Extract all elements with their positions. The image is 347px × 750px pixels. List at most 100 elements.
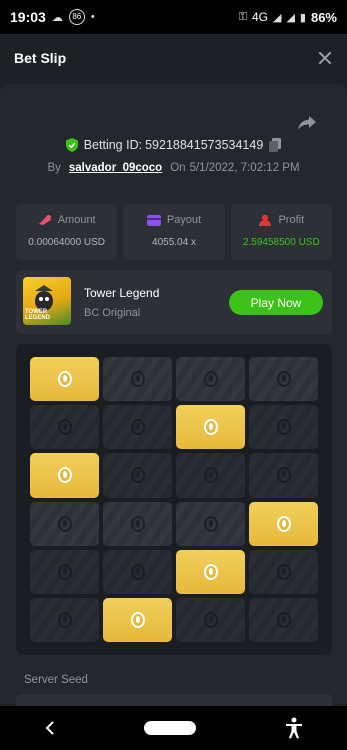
- game-thumbnail-text: TOWER LEGEND: [25, 309, 51, 321]
- board-tile: [176, 501, 245, 546]
- coin-icon: [57, 419, 72, 436]
- game-row: TOWER LEGEND Tower Legend BC Original Pl…: [16, 270, 332, 334]
- betting-id-label: Betting ID:: [83, 138, 143, 152]
- coin-icon: [203, 467, 218, 484]
- board-tile: [249, 453, 318, 498]
- status-left: 19:03 ☁ 86 •: [10, 9, 95, 25]
- coin-icon: [130, 563, 145, 580]
- board-tile: [103, 453, 172, 498]
- board-tile: [176, 597, 245, 642]
- coin-icon: [203, 563, 218, 580]
- coin-icon: [203, 611, 218, 628]
- coin-icon: [57, 515, 72, 532]
- coin-icon: [130, 419, 145, 436]
- bet-datetime: 5/1/2022, 7:02:12 PM: [189, 162, 300, 174]
- battery-icon: ▮: [299, 11, 306, 24]
- bet-slip-header: Bet Slip: [0, 34, 347, 82]
- board-tile-revealed: [249, 501, 318, 546]
- status-dot: •: [90, 11, 95, 23]
- board-tile: [103, 501, 172, 546]
- coin-icon: [130, 371, 145, 388]
- board-tile: [30, 597, 99, 642]
- by-label: By: [47, 162, 61, 174]
- amount-label-row: Amount: [16, 214, 117, 226]
- server-seed-field: [16, 694, 332, 706]
- profit-icon: [259, 214, 272, 226]
- server-seed-label: Server Seed: [24, 674, 88, 686]
- signal-icon-2: ◢: [286, 11, 295, 24]
- bettor-row: By salvador_09coco On 5/1/2022, 7:02:12 …: [0, 162, 347, 174]
- home-pill[interactable]: [143, 721, 196, 735]
- coin-icon: [276, 371, 291, 388]
- coin-icon: [130, 515, 145, 532]
- network-type: 4G: [251, 10, 268, 24]
- game-thumbnail[interactable]: TOWER LEGEND: [23, 277, 71, 325]
- notification-badge: 86: [68, 9, 85, 25]
- betting-id-value: 59218841573534149: [145, 138, 264, 152]
- coin-icon: [203, 515, 218, 532]
- board-tile-revealed: [30, 453, 99, 498]
- coin-icon: [57, 563, 72, 580]
- payout-label-row: Payout: [123, 214, 224, 226]
- board-tile: [30, 549, 99, 594]
- coin-icon: [57, 371, 72, 388]
- payout-value: 4055.04 x: [152, 237, 196, 248]
- coin-icon: [130, 467, 145, 484]
- amount-label: Amount: [57, 214, 96, 226]
- back-icon[interactable]: [45, 721, 55, 735]
- payout-stat: Payout 4055.04 x: [123, 204, 225, 260]
- board-tile: [249, 597, 318, 642]
- copy-icon[interactable]: [269, 138, 282, 152]
- board-tile-revealed: [176, 405, 245, 450]
- coin-icon: [57, 467, 72, 484]
- board-tile: [30, 501, 99, 546]
- coin-icon: [276, 467, 291, 484]
- share-icon[interactable]: [297, 114, 317, 132]
- coin-icon: [276, 563, 291, 580]
- username-link[interactable]: salvador_09coco: [69, 162, 162, 174]
- cloud-icon: ☁: [51, 11, 63, 24]
- content-area: Betting ID: 59218841573534149 By salvado…: [0, 82, 347, 706]
- game-provider: BC Original: [84, 307, 141, 319]
- coin-icon: [276, 611, 291, 628]
- betting-id-row: Betting ID: 59218841573534149: [0, 138, 347, 152]
- coin-icon: [130, 611, 145, 628]
- signal-icon: ◢: [272, 11, 282, 24]
- profit-label: Profit: [278, 214, 305, 226]
- amount-icon: [38, 215, 51, 225]
- coin-icon: [57, 611, 72, 628]
- status-right: ⚿ 4G ◢ ◢ ▮ 86%: [239, 10, 337, 25]
- board-tile-revealed: [176, 549, 245, 594]
- board-tile: [30, 405, 99, 450]
- coin-icon: [203, 419, 218, 436]
- board-tile: [103, 405, 172, 450]
- page-title: Bet Slip: [14, 50, 67, 66]
- close-icon[interactable]: [317, 50, 333, 66]
- profit-stat: Profit 2.59458500 USD: [230, 204, 332, 260]
- board-tile: [176, 453, 245, 498]
- payout-label: Payout: [166, 214, 202, 226]
- payout-icon: [146, 214, 161, 226]
- game-name: Tower Legend: [84, 286, 160, 300]
- amount-value: 0.00064000 USD: [28, 237, 106, 248]
- stats-row: Amount 0.00064000 USD Payout 4055.04 x P…: [16, 204, 332, 260]
- amount-stat: Amount 0.00064000 USD: [16, 204, 118, 260]
- board-tile: [176, 357, 245, 402]
- profit-label-row: Profit: [231, 214, 332, 226]
- profit-value: 2.59458500 USD: [242, 237, 320, 248]
- bet-card: Betting ID: 59218841573534149 By salvado…: [0, 84, 347, 706]
- coin-icon: [276, 515, 291, 532]
- status-bar: 19:03 ☁ 86 • ⚿ 4G ◢ ◢ ▮ 86%: [0, 0, 347, 34]
- on-label: On: [170, 162, 186, 174]
- accessibility-icon[interactable]: [285, 717, 303, 739]
- board-tile: [103, 549, 172, 594]
- status-time: 19:03: [10, 9, 46, 25]
- board-tile: [249, 405, 318, 450]
- key-icon: ⚿: [238, 10, 247, 23]
- board-tile: [103, 357, 172, 402]
- battery-percent: 86%: [310, 9, 337, 25]
- play-now-button[interactable]: Play Now: [229, 290, 323, 315]
- board-tile-revealed: [103, 597, 172, 642]
- board-tile: [249, 357, 318, 402]
- board-tile-revealed: [30, 357, 99, 402]
